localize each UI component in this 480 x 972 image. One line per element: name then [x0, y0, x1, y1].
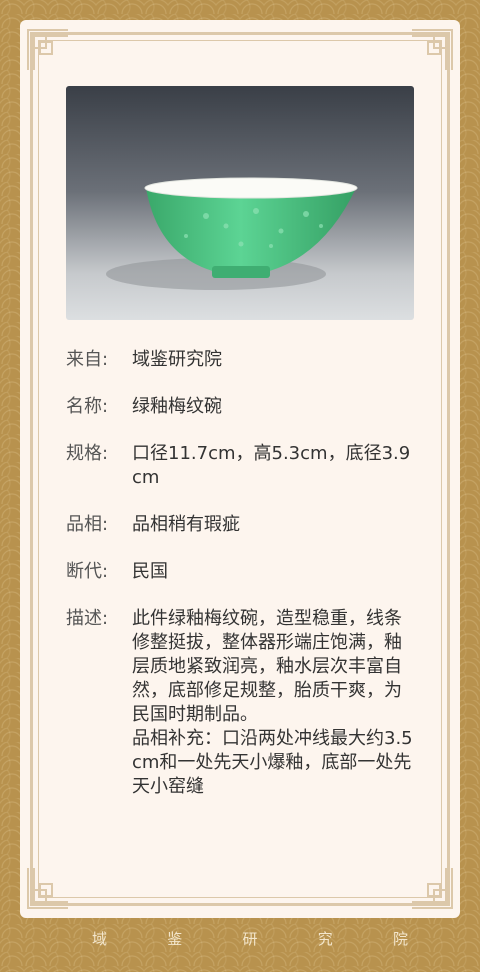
corner-ornament-icon	[26, 28, 70, 72]
info-row-name: 名称: 绿釉梅纹碗	[66, 395, 416, 419]
item-info: 来自: 域鉴研究院 名称: 绿釉梅纹碗 规格: 口径11.7cm，高5.3cm，…	[66, 348, 416, 822]
info-row-condition: 品相: 品相稍有瑕疵	[66, 513, 416, 537]
description-label: 描述:	[66, 608, 109, 629]
footer-brand: 域 鉴 研 究 院	[0, 928, 480, 949]
footer-char: 域	[92, 930, 108, 948]
name-label: 名称:	[66, 396, 109, 417]
footer-char: 鉴	[167, 930, 183, 948]
condition-value: 品相稍有瑕疵	[132, 514, 240, 535]
dating-value: 民国	[132, 561, 168, 582]
corner-ornament-icon	[26, 866, 70, 910]
corner-ornament-icon	[410, 28, 454, 72]
condition-supplement-text: 品相补充：口沿两处冲线最大约3.5cm和一处先天小爆釉，底部一处先天小窑缝	[132, 728, 413, 797]
item-photo[interactable]	[66, 86, 414, 320]
condition-label: 品相:	[66, 514, 109, 535]
corner-ornament-icon	[410, 866, 454, 910]
source-value: 域鉴研究院	[132, 349, 222, 370]
footer-char: 究	[317, 930, 333, 948]
info-row-dating: 断代: 民国	[66, 560, 416, 584]
certificate-card: 来自: 域鉴研究院 名称: 绿釉梅纹碗 规格: 口径11.7cm，高5.3cm，…	[20, 20, 460, 918]
info-row-description: 描述: 此件绿釉梅纹碗，造型稳重，线条修整挺拔，整体器形端庄饱满，釉层质地紧致润…	[66, 607, 416, 799]
footer-char: 研	[242, 930, 258, 948]
footer-char: 院	[392, 930, 408, 948]
spec-label: 规格:	[66, 443, 109, 464]
spec-value: 口径11.7cm，高5.3cm，底径3.9cm	[132, 443, 411, 488]
dating-label: 断代:	[66, 561, 109, 582]
source-label: 来自:	[66, 349, 109, 370]
info-row-spec: 规格: 口径11.7cm，高5.3cm，底径3.9cm	[66, 442, 416, 490]
description-text: 此件绿釉梅纹碗，造型稳重，线条修整挺拔，整体器形端庄饱满，釉层质地紧致润亮，釉水…	[132, 608, 402, 725]
name-value: 绿釉梅纹碗	[132, 396, 222, 417]
info-row-source: 来自: 域鉴研究院	[66, 348, 416, 372]
description-body: 此件绿釉梅纹碗，造型稳重，线条修整挺拔，整体器形端庄饱满，釉层质地紧致润亮，釉水…	[132, 607, 416, 799]
